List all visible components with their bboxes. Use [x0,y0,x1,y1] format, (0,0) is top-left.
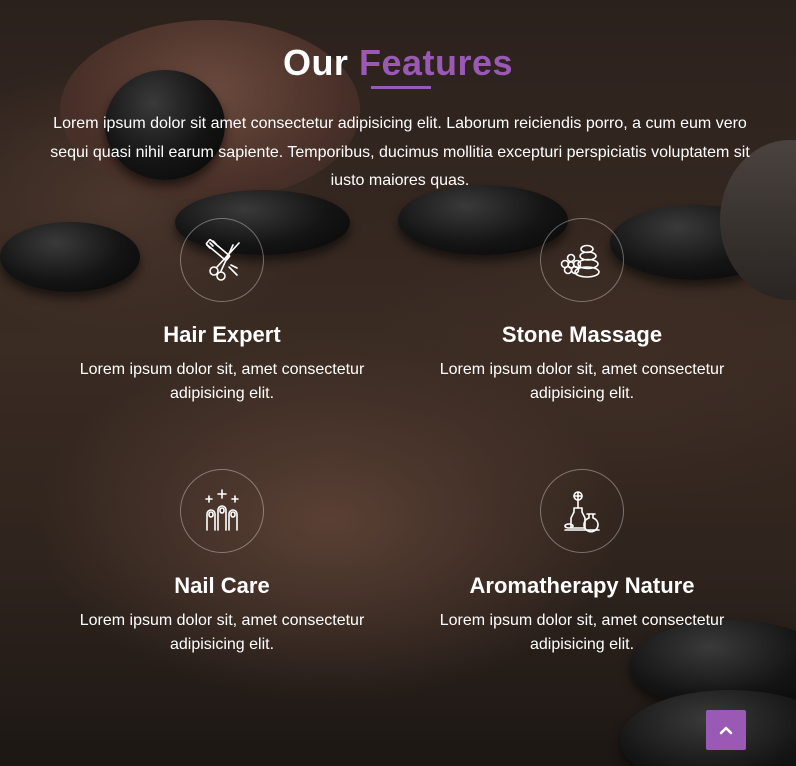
feature-icon-circle [540,218,624,302]
section-title-part2: Features [358,42,514,83]
aroma-bottles-icon [564,491,600,533]
section-intro: Lorem ipsum dolor sit amet consectetur a… [50,115,750,189]
feature-description: Lorem ipsum dolor sit, amet consectetur … [79,361,365,402]
feature-title: Stone Massage [501,322,663,347]
scissors-comb-icon [205,238,240,281]
nails-sparkle-icon [205,489,239,531]
chevron-up-icon [719,726,733,735]
stones-flower-icon [560,244,600,278]
section-title-part1: Our [282,42,349,83]
feature-icon-circle [540,469,624,553]
feature-description: Lorem ipsum dolor sit, amet consectetur … [439,612,725,653]
feature-icon-circle [180,218,264,302]
feature-title: Hair Expert [163,322,281,347]
features-section: Our Features Lorem ipsum dolor sit amet … [0,0,796,766]
scroll-to-top-button[interactable] [706,710,746,750]
title-underline [371,86,431,89]
feature-icon-circle [180,469,264,553]
section-title: Our Features [0,40,796,86]
feature-description: Lorem ipsum dolor sit, amet consectetur … [439,361,725,402]
feature-title: Nail Care [174,573,270,598]
feature-description: Lorem ipsum dolor sit, amet consectetur … [79,612,365,653]
feature-title: Aromatherapy Nature [469,573,695,598]
